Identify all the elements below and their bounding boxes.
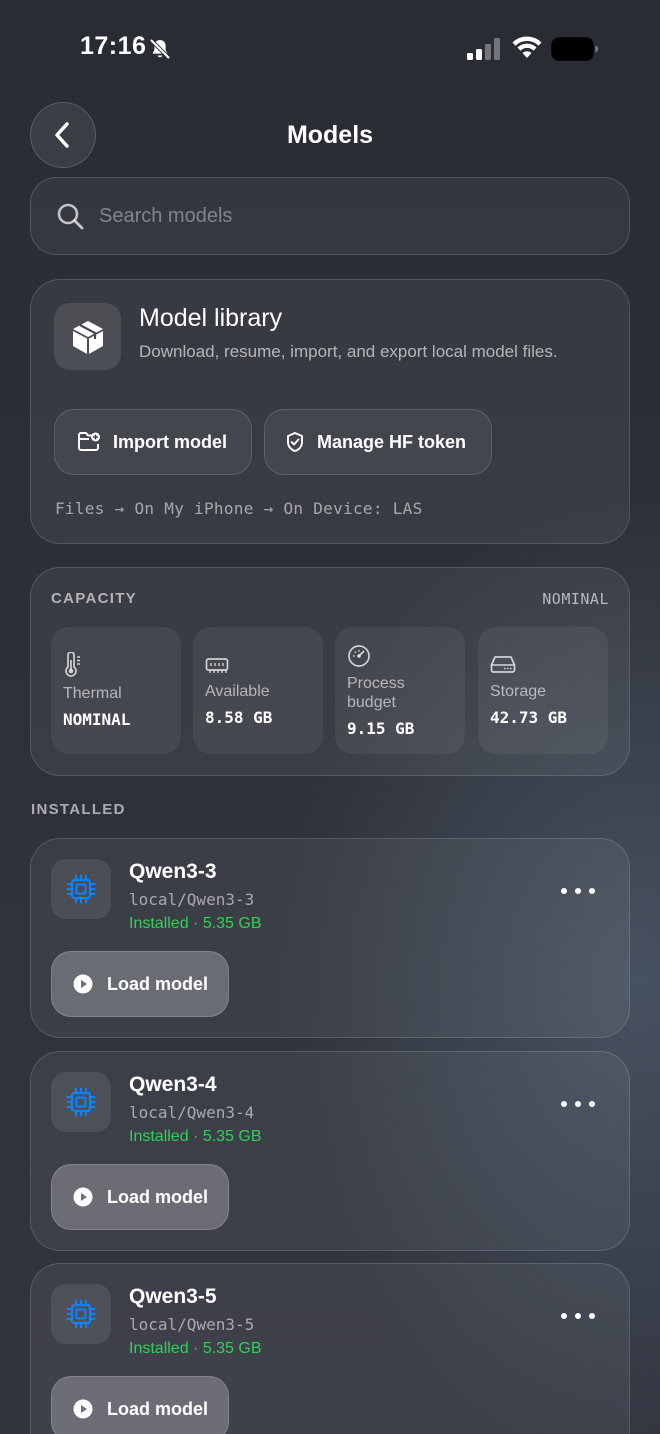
model-icon-box	[51, 1284, 111, 1344]
capacity-tile-process-budget: Process budget 9.15 GB	[335, 627, 465, 754]
page-title: Models	[286, 121, 374, 149]
cpu-chip-icon	[66, 1299, 96, 1329]
search-input[interactable]	[99, 198, 599, 234]
model-status: Installed · 5.35 GB	[129, 1340, 262, 1357]
model-path: local/Qwen3-5	[129, 1315, 255, 1334]
model-icon-box	[51, 859, 111, 919]
import-model-label: Import model	[113, 431, 228, 452]
library-description: Download, resume, import, and export loc…	[139, 342, 558, 361]
load-model-label: Load model	[107, 1398, 209, 1419]
model-name: Qwen3-4	[129, 1073, 217, 1096]
manage-hf-token-button[interactable]: Manage HF token	[264, 409, 492, 475]
capacity-tile-storage: Storage 42.73 GB	[478, 627, 608, 754]
model-card: Qwen3-5 local/Qwen3-5 Installed · 5.35 G…	[30, 1263, 630, 1434]
cpu-chip-icon	[66, 1087, 96, 1117]
search-bar[interactable]	[30, 177, 630, 255]
model-path: local/Qwen3-3	[129, 890, 255, 909]
load-model-button[interactable]: Load model	[51, 951, 229, 1017]
model-library-card: Model library Download, resume, import, …	[30, 279, 630, 544]
play-circle-icon	[73, 1399, 93, 1419]
process-budget-label: Process budget	[347, 675, 405, 711]
load-model-button[interactable]: Load model	[51, 1376, 229, 1434]
load-model-label: Load model	[107, 1186, 209, 1207]
capacity-status: NOMINAL	[542, 590, 609, 608]
process-budget-value: 9.15 GB	[347, 719, 415, 738]
available-value: 8.58 GB	[205, 708, 273, 727]
model-card: Qwen3-4 local/Qwen3-4 Installed · 5.35 G…	[30, 1051, 630, 1251]
model-status: Installed · 5.35 GB	[129, 1128, 262, 1145]
manage-hf-token-label: Manage HF token	[317, 431, 467, 452]
shield-check-icon	[287, 432, 303, 452]
available-label: Available	[205, 683, 270, 700]
folder-plus-icon	[78, 432, 100, 451]
thermal-label: Thermal	[63, 685, 122, 702]
status-time: 17:16	[80, 32, 147, 60]
model-name: Qwen3-3	[129, 860, 217, 883]
load-model-label: Load model	[107, 973, 209, 994]
search-icon	[57, 203, 84, 230]
bell-slash-icon	[149, 38, 171, 60]
library-icon-box	[54, 303, 121, 370]
capacity-tile-available: Available 8.58 GB	[193, 627, 323, 754]
cube-box-icon	[72, 320, 103, 354]
battery-icon	[551, 37, 598, 61]
more-options-button[interactable]	[561, 879, 595, 903]
capacity-label: CAPACITY	[51, 590, 137, 607]
memory-icon	[205, 658, 229, 673]
model-icon-box	[51, 1072, 111, 1132]
model-name: Qwen3-5	[129, 1285, 217, 1308]
capacity-tile-thermal: Thermal NOMINAL	[51, 627, 181, 754]
installed-section-label: INSTALLED	[31, 801, 126, 818]
gauge-icon	[348, 645, 370, 667]
play-circle-icon	[73, 1187, 93, 1207]
model-status: Installed · 5.35 GB	[129, 915, 262, 932]
more-options-button[interactable]	[561, 1304, 595, 1328]
thermometer-icon	[65, 652, 80, 677]
drive-icon	[490, 656, 516, 673]
cpu-chip-icon	[66, 874, 96, 904]
cellular-signal-icon	[467, 38, 500, 60]
capacity-card: CAPACITY NOMINAL Thermal NOMINAL Availab…	[30, 567, 630, 776]
storage-label: Storage	[490, 683, 547, 700]
files-path-hint: Files → On My iPhone → On Device: LAS	[55, 499, 423, 518]
library-title: Model library	[139, 304, 283, 332]
model-path: local/Qwen3-4	[129, 1103, 255, 1122]
import-model-button[interactable]: Import model	[54, 409, 252, 475]
wifi-icon	[512, 36, 542, 58]
load-model-button[interactable]: Load model	[51, 1164, 229, 1230]
play-circle-icon	[73, 974, 93, 994]
thermal-value: NOMINAL	[63, 710, 131, 729]
more-options-button[interactable]	[561, 1092, 595, 1116]
storage-value: 42.73 GB	[490, 708, 568, 727]
model-card: Qwen3-3 local/Qwen3-3 Installed · 5.35 G…	[30, 838, 630, 1038]
